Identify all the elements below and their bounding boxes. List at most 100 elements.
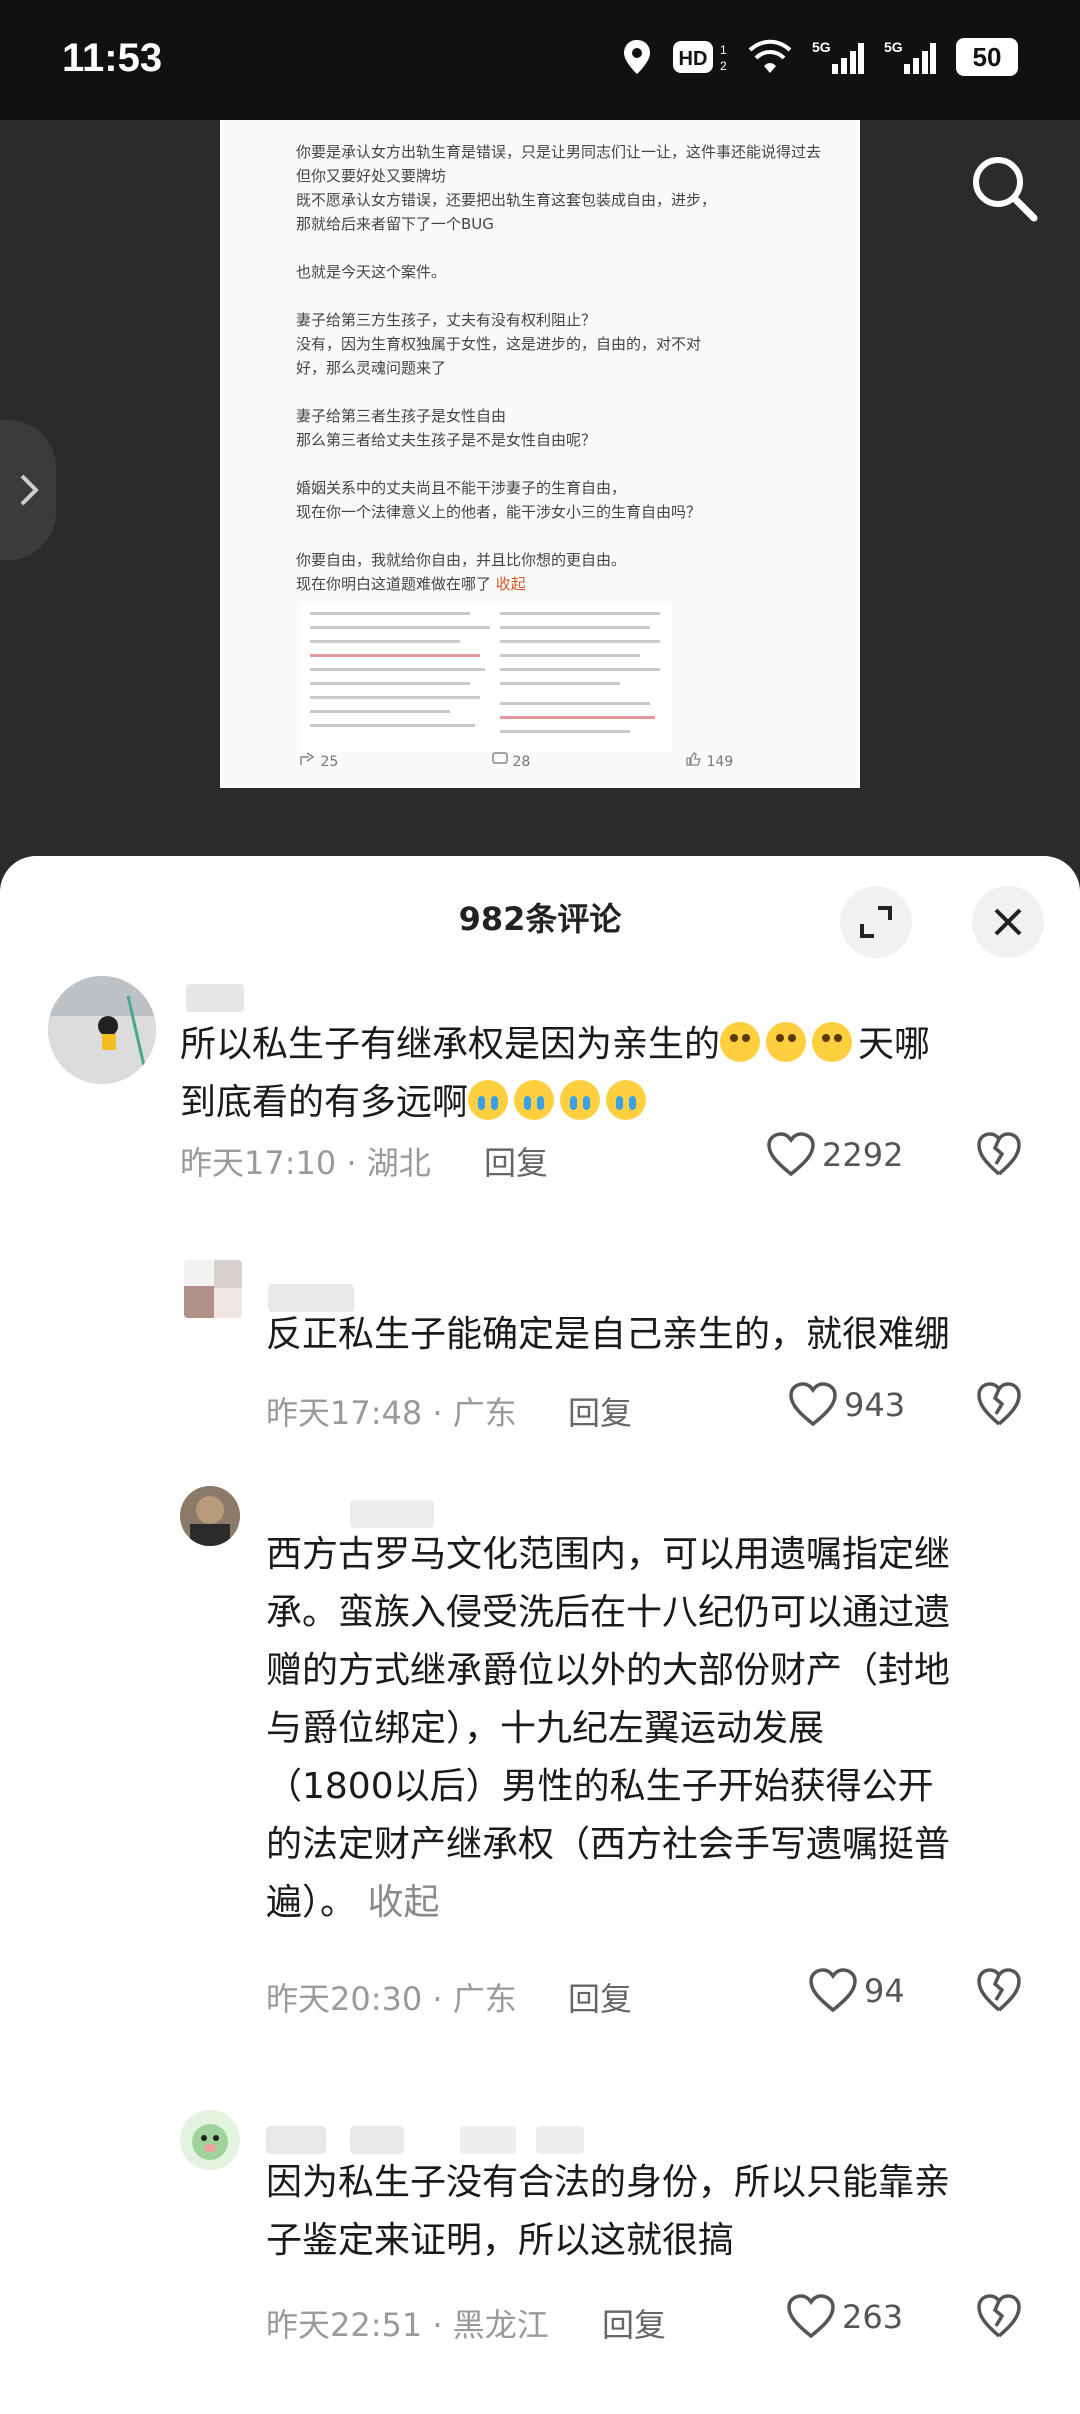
shocked-emoji-icon	[812, 1022, 853, 1062]
thumb-up-icon	[686, 752, 701, 766]
shocked-emoji-icon	[766, 1022, 807, 1062]
doc-footer: 25 28 149	[300, 748, 780, 776]
close-button[interactable]	[972, 886, 1044, 958]
battery-icon: 50	[956, 38, 1018, 76]
like-button[interactable]: 263	[786, 2294, 903, 2340]
svg-text:1: 1	[720, 43, 727, 57]
expand-icon	[860, 906, 892, 938]
dislike-button[interactable]	[976, 1132, 1022, 1182]
collapse-link[interactable]: 收起	[367, 1882, 439, 1923]
doc-likes: 149	[686, 752, 733, 770]
username[interactable]	[266, 2126, 326, 2154]
crying-emoji-icon	[560, 1080, 601, 1120]
username[interactable]	[350, 1500, 434, 1528]
status-time: 11:53	[62, 36, 163, 80]
like-count: 2292	[822, 1136, 904, 1174]
like-count: 943	[844, 1386, 906, 1424]
heart-icon	[809, 1968, 857, 2013]
close-icon	[994, 908, 1022, 936]
search-icon	[973, 157, 1038, 222]
signal-5g-icon-2: 5G	[884, 38, 936, 76]
like-count: 263	[842, 2298, 904, 2336]
shocked-emoji-icon	[720, 1022, 761, 1062]
doc-line: 好，那么灵魂问题来了	[296, 359, 447, 377]
comment-text: 西方古罗马文化范围内，可以用遗嘱指定继 承。蛮族入侵受洗后在十八纪仍可以通过遗 …	[266, 1534, 951, 1923]
username-part	[350, 2126, 404, 2154]
previous-image-button[interactable]	[0, 420, 56, 560]
document-image: 你要是承认女方出轨生育是错误，只是让男同志们让一让，这件事还能说得过去 但你又要…	[220, 120, 860, 788]
doc-comments: 28	[492, 752, 530, 770]
avatar[interactable]	[180, 1486, 240, 1546]
crying-emoji-icon	[514, 1080, 555, 1120]
wifi-icon	[748, 39, 792, 75]
hd-icon: HD 1 2	[672, 38, 728, 76]
comment-item: 西方古罗马文化范围内，可以用遗嘱指定继 承。蛮族入侵受洗后在十八纪仍可以通过遗 …	[0, 1486, 1080, 2046]
dislike-button[interactable]	[976, 1382, 1022, 1432]
reply-button[interactable]: 回复	[602, 2300, 666, 2346]
reply-button[interactable]: 回复	[568, 1974, 632, 2020]
image-viewer[interactable]: 你要是承认女方出轨生育是错误，只是让男同志们让一让，这件事还能说得过去 但你又要…	[0, 120, 1080, 860]
signal-5g-icon: 5G	[812, 38, 864, 76]
svg-text:5G: 5G	[812, 39, 831, 55]
comment-item: 所以私生子有继承权是因为亲生的 天哪 到底看的有多远啊 昨天17:10 · 湖北 …	[0, 976, 1080, 1196]
doc-line: 妻子给第三方生孩子，丈夫有没有权利阻止？	[296, 311, 597, 329]
reply-button[interactable]: 回复	[568, 1388, 632, 1434]
doc-line: 你要是承认女方出轨生育是错误，只是让男同志们让一让，这件事还能说得过去	[296, 143, 822, 161]
crying-emoji-icon	[606, 1080, 647, 1120]
svg-text:2: 2	[720, 59, 727, 73]
share-icon	[300, 752, 315, 765]
comment-meta: 昨天17:48 · 广东	[266, 1394, 517, 1432]
comment-meta: 昨天20:30 · 广东	[266, 1980, 517, 2018]
embedded-screenshot	[300, 602, 672, 752]
broken-heart-icon	[977, 1132, 1021, 1176]
heart-icon	[767, 1132, 815, 1177]
username[interactable]	[186, 984, 244, 1012]
dislike-button[interactable]	[976, 1968, 1022, 2018]
avatar[interactable]	[48, 976, 156, 1084]
like-button[interactable]: 943	[788, 1382, 905, 1428]
broken-heart-icon	[977, 1968, 1021, 2012]
doc-line: 没有，因为生育权独属于女性，这是进步的，自由的，对不对	[296, 335, 702, 353]
status-bar: 11:53 HD 1 2 5G 5G 50	[0, 0, 1080, 120]
username-part	[460, 2126, 516, 2154]
comment-sheet: 982条评论 所以私生子有继承权是因为亲生的 天哪 到底看的有多远啊 昨天17:1…	[0, 856, 1080, 2414]
status-icons: HD 1 2 5G 5G 50	[622, 38, 1018, 76]
comment-icon	[492, 752, 508, 764]
doc-line: 现在你一个法律意义上的他者，能干涉女小三的生育自由吗？	[296, 503, 702, 521]
doc-line: 妻子给第三者生孩子是女性自由	[296, 407, 507, 425]
reply-button[interactable]: 回复	[484, 1138, 548, 1184]
like-button[interactable]: 2292	[766, 1132, 903, 1178]
avatar[interactable]	[180, 2110, 240, 2170]
comment-item: 反正私生子能确定是自己亲生的，就很难绷 昨天17:48 · 广东 回复 943	[0, 1260, 1080, 1450]
comment-item: 因为私生子没有合法的身份，所以只能靠亲 子鉴定来证明，所以这就很搞 昨天22:5…	[0, 2110, 1080, 2410]
like-count: 94	[864, 1972, 905, 2010]
svg-text:5G: 5G	[884, 39, 903, 55]
search-button[interactable]	[964, 148, 1044, 228]
crying-emoji-icon	[468, 1080, 509, 1120]
doc-fold-link: 收起	[495, 575, 526, 593]
doc-line: 婚姻关系中的丈夫尚且不能干涉妻子的生育自由，	[296, 479, 627, 497]
heart-icon	[789, 1382, 837, 1427]
broken-heart-icon	[977, 1382, 1021, 1426]
username-part	[536, 2126, 584, 2154]
doc-line: 你要自由，我就给你自由，并且比你想的更自由。	[296, 551, 627, 569]
doc-line: 也就是今天这个案件。	[296, 263, 447, 281]
broken-heart-icon	[977, 2294, 1021, 2338]
svg-text:HD: HD	[679, 48, 708, 70]
doc-share: 25	[300, 752, 338, 770]
avatar[interactable]	[184, 1260, 242, 1318]
doc-line: 但你又要好处又要牌坊	[296, 167, 447, 185]
comment-text: 反正私生子能确定是自己亲生的，就很难绷	[266, 1314, 951, 1355]
heart-icon	[787, 2294, 835, 2339]
doc-line: 既不愿承认女方错误，还要把出轨生育这套包装成自由，进步，	[296, 191, 717, 209]
doc-line: 那就给后来者留下了一个BUG	[296, 215, 494, 233]
dislike-button[interactable]	[976, 2294, 1022, 2344]
document-text: 你要是承认女方出轨生育是错误，只是让男同志们让一让，这件事还能说得过去 但你又要…	[296, 140, 836, 596]
expand-button[interactable]	[840, 886, 912, 958]
location-icon	[622, 38, 652, 76]
comment-count-title: 982条评论	[458, 900, 622, 938]
doc-line: 那么第三者给丈夫生孩子是不是女性自由呢？	[296, 431, 597, 449]
comment-text: 所以私生子有继承权是因为亲生的 天哪 到底看的有多远啊	[180, 1022, 931, 1123]
like-button[interactable]: 94	[808, 1968, 905, 2014]
comment-text: 因为私生子没有合法的身份，所以只能靠亲 子鉴定来证明，所以这就很搞	[266, 2162, 951, 2261]
